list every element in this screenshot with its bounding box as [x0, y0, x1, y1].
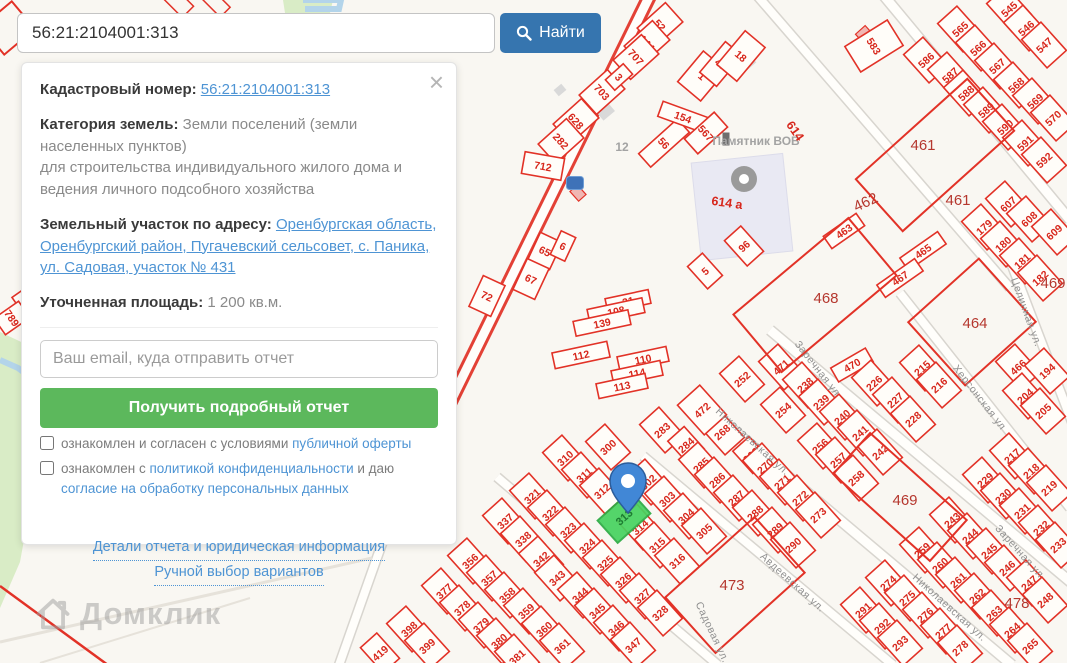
manual-select-link[interactable]: Ручной выбор вариантов: [154, 561, 324, 587]
cadastral-number-row: Кадастровый номер: 56:21:2104001:313: [40, 79, 438, 101]
map-label: Памятник ВОВ: [712, 134, 800, 148]
privacy-policy-link[interactable]: политикой конфиденциальности: [149, 461, 353, 476]
land-usage-text: для строительства индивидуального жилого…: [40, 159, 403, 198]
panorama-icon[interactable]: [739, 174, 749, 184]
map-label: 461: [910, 137, 935, 154]
map-label: 469: [892, 492, 917, 509]
personal-data-link[interactable]: согласие на обработку персональных данны…: [61, 481, 349, 496]
offer-consent-row: ознакомлен и согласен с условиями публич…: [40, 434, 438, 454]
cadastral-number-label: Кадастровый номер:: [40, 81, 197, 98]
privacy-consent-checkbox[interactable]: [40, 461, 54, 476]
map-label: 478: [1004, 595, 1029, 612]
map-label: 473: [719, 577, 744, 594]
email-input[interactable]: [40, 339, 438, 378]
close-icon[interactable]: ×: [429, 69, 444, 95]
domklik-watermark: Домклик: [34, 596, 221, 632]
search-icon: [517, 25, 532, 41]
search-bar: Найти: [17, 13, 601, 53]
panel-footer-links: Детали отчета и юридическая информация Р…: [40, 536, 438, 587]
pin-hole: [621, 474, 635, 488]
map-feature: [566, 176, 584, 190]
watermark-text: Домклик: [80, 596, 222, 631]
area-row: Уточненная площадь: 1 200 кв.м.: [40, 292, 438, 314]
parcel-info-panel: × Кадастровый номер: 56:21:2104001:313 К…: [21, 62, 457, 587]
privacy-consent-row: ознакомлен с политикой конфиденциальност…: [40, 459, 438, 498]
map-label: 464: [962, 315, 987, 332]
map-label: 468: [813, 290, 838, 307]
privacy-consent-text: ознакомлен с политикой конфиденциальност…: [61, 461, 395, 496]
area-label: Уточненная площадь:: [40, 294, 204, 311]
get-report-button[interactable]: Получить подробный отчет: [40, 387, 438, 428]
map-label: 12: [615, 140, 629, 154]
search-button-label: Найти: [539, 24, 585, 41]
map-label: 461: [945, 192, 970, 209]
offer-consent-text: ознакомлен и согласен с условиями публич…: [61, 435, 412, 451]
address-row: Земельный участок по адресу: Оренбургска…: [40, 214, 438, 279]
search-input[interactable]: [17, 13, 495, 53]
house-logo-icon: [36, 598, 70, 630]
land-category-label: Категория земель:: [40, 115, 179, 133]
public-offer-link[interactable]: публичной оферты: [292, 436, 411, 451]
address-label: Земельный участок по адресу:: [40, 215, 272, 233]
divider: [40, 326, 438, 328]
map-viewport[interactable]: 5214470770362828271235615456714718656772…: [0, 0, 1067, 663]
search-button[interactable]: Найти: [500, 13, 601, 53]
offer-consent-checkbox[interactable]: [40, 435, 54, 450]
area-value: 1 200 кв.м.: [207, 294, 283, 311]
report-details-link[interactable]: Детали отчета и юридическая информация: [92, 536, 386, 562]
cadastral-number-link[interactable]: 56:21:2104001:313: [201, 81, 330, 98]
map-label: 469: [1040, 275, 1065, 292]
land-category-row: Категория земель: Земли поселений (земли…: [40, 114, 438, 201]
